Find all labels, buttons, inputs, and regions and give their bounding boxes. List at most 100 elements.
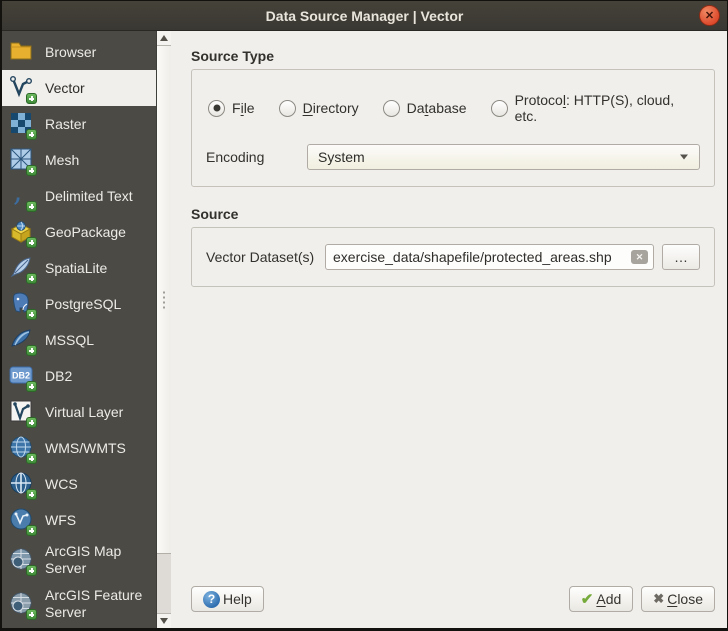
scrollbar-down-icon bbox=[160, 618, 168, 624]
plus-badge-icon bbox=[26, 609, 37, 620]
plus-badge-icon bbox=[26, 525, 37, 536]
sidebar-item-label: PostgreSQL bbox=[45, 296, 121, 313]
plus-badge-icon bbox=[26, 453, 37, 464]
sidebar-item-wms-wmts[interactable]: WMS/WMTS bbox=[2, 430, 156, 466]
plus-badge-icon bbox=[26, 381, 37, 392]
sidebar-item-virtual-layer[interactable]: Virtual Layer bbox=[2, 394, 156, 430]
sidebar-tab-list: Browser Vector Raster bbox=[2, 31, 156, 628]
encoding-select[interactable]: System bbox=[307, 144, 700, 170]
spatialite-icon bbox=[9, 255, 35, 281]
sidebar-scrollbar bbox=[156, 31, 171, 628]
arcgis-feature-icon bbox=[9, 591, 35, 617]
data-source-manager-dialog: Data Source Manager | Vector ✕ Browser bbox=[0, 0, 728, 631]
sidebar-item-label: Raster bbox=[45, 116, 86, 133]
wms-wmts-icon bbox=[9, 435, 35, 461]
radio-database-indicator bbox=[383, 100, 400, 117]
sidebar-item-mssql[interactable]: MSSQL bbox=[2, 322, 156, 358]
radio-directory-indicator bbox=[279, 100, 296, 117]
close-button[interactable]: ✕ bbox=[699, 5, 720, 26]
vector-dataset-input[interactable] bbox=[325, 244, 654, 270]
mssql-icon bbox=[9, 327, 35, 353]
sidebar-item-geonode[interactable]: GeoNode bbox=[2, 626, 156, 628]
scrollbar-up-button[interactable] bbox=[157, 31, 171, 46]
virtual-layer-icon bbox=[9, 399, 35, 425]
folder-icon bbox=[9, 39, 35, 65]
sidebar-item-arcgis-feature-server[interactable]: ArcGIS Feature Server bbox=[2, 582, 156, 626]
sidebar-item-spatialite[interactable]: SpatiaLite bbox=[2, 250, 156, 286]
clear-icon: ✕ bbox=[636, 252, 644, 263]
radio-protocol-indicator bbox=[491, 100, 508, 117]
sidebar-item-label: WMS/WMTS bbox=[45, 440, 126, 457]
encoding-value: System bbox=[318, 149, 365, 165]
radio-protocol[interactable]: Protocol: HTTP(S), cloud, etc. bbox=[491, 92, 698, 124]
radio-directory[interactable]: Directory bbox=[279, 100, 359, 117]
sidebar-item-label: WCS bbox=[45, 476, 78, 493]
dialog-body: Browser Vector Raster bbox=[2, 31, 727, 628]
plus-badge-icon bbox=[26, 93, 37, 104]
sidebar-item-label: Vector bbox=[45, 80, 85, 97]
plus-badge-icon bbox=[26, 565, 37, 576]
plus-badge-icon bbox=[26, 417, 37, 428]
sidebar-item-mesh[interactable]: Mesh bbox=[2, 142, 156, 178]
scrollbar-thumb[interactable] bbox=[157, 46, 171, 554]
help-icon: ? bbox=[203, 591, 220, 608]
source-type-options: File Directory Database Protocol: HTTP(S… bbox=[208, 92, 698, 124]
checkmark-icon: ✔ bbox=[581, 590, 594, 608]
scrollbar-up-icon bbox=[160, 35, 168, 41]
source-heading: Source bbox=[191, 206, 715, 222]
radio-file[interactable]: File bbox=[208, 100, 255, 117]
raster-icon bbox=[9, 111, 35, 137]
plus-badge-icon bbox=[26, 489, 37, 500]
wfs-icon bbox=[9, 507, 35, 533]
plus-badge-icon bbox=[26, 201, 37, 212]
chevron-down-icon bbox=[680, 155, 688, 160]
sidebar-item-label: Virtual Layer bbox=[45, 404, 123, 421]
wcs-icon bbox=[9, 471, 35, 497]
add-button[interactable]: ✔ Add bbox=[569, 586, 634, 612]
svg-text:DB2: DB2 bbox=[12, 371, 30, 381]
vector-dataset-input-wrap: ✕ bbox=[325, 244, 654, 270]
sidebar-item-label: MSSQL bbox=[45, 332, 94, 349]
sidebar-item-label: GeoPackage bbox=[45, 224, 126, 241]
x-icon: ✖ bbox=[653, 591, 664, 607]
titlebar[interactable]: Data Source Manager | Vector ✕ bbox=[2, 1, 727, 31]
sidebar-item-label: ArcGIS Feature Server bbox=[45, 587, 154, 621]
vector-dataset-row: Vector Dataset(s) ✕ … bbox=[206, 244, 700, 270]
sidebar-item-vector[interactable]: Vector bbox=[2, 70, 156, 106]
source-type-heading: Source Type bbox=[191, 48, 715, 64]
footer: ?Help ✔ Add ✖ Close bbox=[191, 586, 715, 612]
geopackage-icon bbox=[9, 219, 35, 245]
source-type-groupbox: File Directory Database Protocol: HTTP(S… bbox=[191, 69, 715, 187]
sidebar-item-delimited-text[interactable]: , Delimited Text bbox=[2, 178, 156, 214]
scrollbar-down-button[interactable] bbox=[157, 613, 171, 628]
mesh-icon bbox=[9, 147, 35, 173]
sidebar-item-geopackage[interactable]: GeoPackage bbox=[2, 214, 156, 250]
radio-database[interactable]: Database bbox=[383, 100, 467, 117]
clear-input-button[interactable]: ✕ bbox=[631, 250, 648, 264]
vector-dataset-label: Vector Dataset(s) bbox=[206, 249, 325, 265]
source-groupbox: Vector Dataset(s) ✕ … bbox=[191, 227, 715, 287]
sidebar-item-arcgis-map-server[interactable]: ArcGIS Map Server bbox=[2, 538, 156, 582]
sidebar-item-wcs[interactable]: WCS bbox=[2, 466, 156, 502]
browse-button[interactable]: … bbox=[662, 244, 700, 270]
plus-badge-icon bbox=[26, 129, 37, 140]
help-button[interactable]: ?Help bbox=[191, 586, 264, 612]
sidebar-item-label: Delimited Text bbox=[45, 188, 133, 205]
scrollbar-track[interactable] bbox=[157, 554, 171, 613]
svg-text:,: , bbox=[13, 183, 23, 207]
arcgis-map-icon bbox=[9, 547, 35, 573]
plus-badge-icon bbox=[26, 237, 37, 248]
sidebar-item-postgresql[interactable]: PostgreSQL bbox=[2, 286, 156, 322]
sidebar-item-raster[interactable]: Raster bbox=[2, 106, 156, 142]
plus-badge-icon bbox=[26, 165, 37, 176]
encoding-label: Encoding bbox=[206, 149, 307, 165]
sidebar-item-label: Mesh bbox=[45, 152, 79, 169]
plus-badge-icon bbox=[26, 345, 37, 356]
close-dialog-button[interactable]: ✖ Close bbox=[641, 586, 715, 612]
sidebar-item-wfs[interactable]: WFS bbox=[2, 502, 156, 538]
close-icon: ✕ bbox=[705, 9, 714, 22]
empty-area bbox=[191, 306, 715, 586]
vector-panel: Source Type File Directory Database bbox=[171, 31, 727, 628]
sidebar-item-browser[interactable]: Browser bbox=[2, 34, 156, 70]
sidebar-item-db2[interactable]: DB2 DB2 bbox=[2, 358, 156, 394]
